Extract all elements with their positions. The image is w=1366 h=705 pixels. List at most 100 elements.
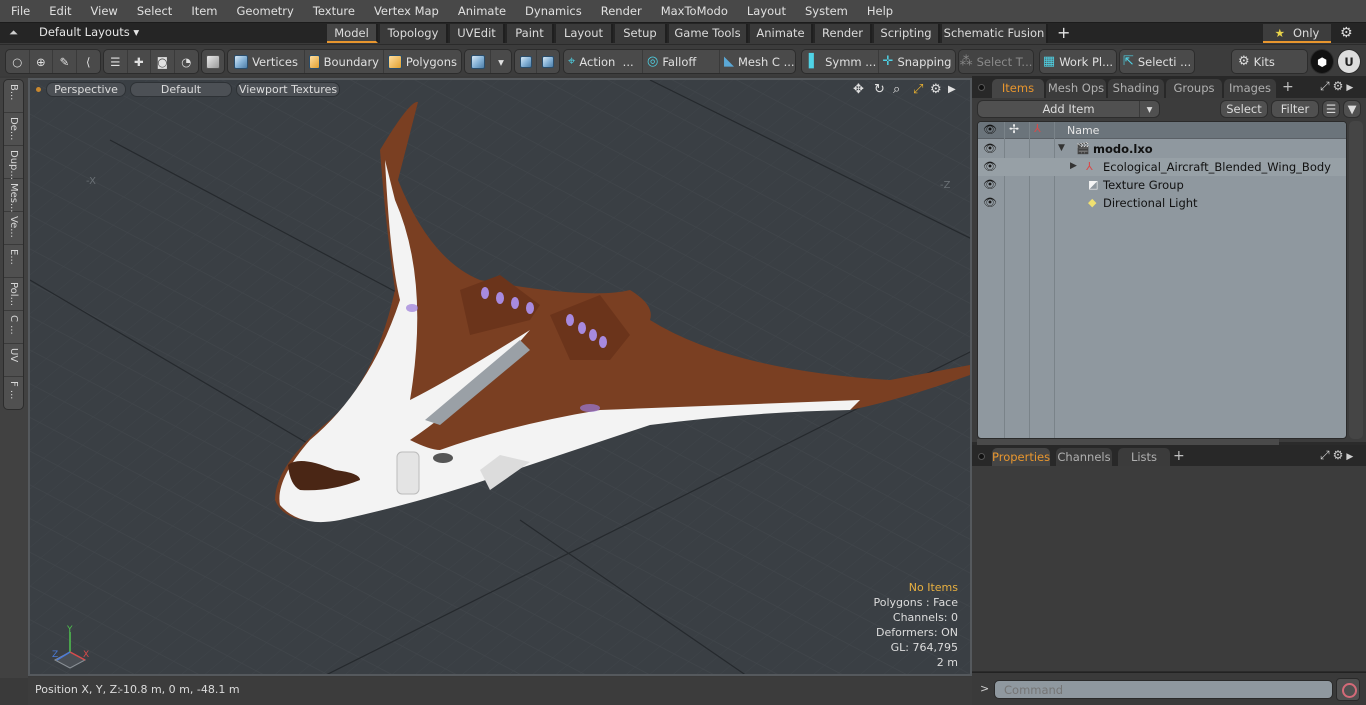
tab-model[interactable]: Model	[327, 24, 378, 43]
expand-down-icon[interactable]: ▼	[1058, 143, 1065, 153]
maximize-icon[interactable]: ⤢	[913, 82, 923, 97]
left-tab-uv[interactable]: UV	[4, 344, 23, 377]
expand-arrow-icon[interactable]: ▶	[948, 84, 956, 95]
viewport-gear-icon[interactable]: ⚙	[930, 82, 942, 97]
item-cube-icon[interactable]	[202, 50, 224, 73]
center-icon[interactable]	[537, 50, 559, 73]
menu-geometry[interactable]: Geometry	[226, 0, 302, 22]
left-tab-vertex[interactable]: Ve...	[4, 212, 23, 245]
mesh-constraint-button[interactable]: ◣ Mesh C ...	[720, 50, 795, 73]
rotate-icon[interactable]: ↻	[874, 82, 885, 97]
tab-paint[interactable]: Paint	[507, 24, 554, 43]
pen-tool-icon[interactable]: ✎	[53, 50, 77, 73]
viewport-textures-button[interactable]: Viewport Textures	[236, 82, 340, 97]
panel-gear-icon[interactable]: ⚙	[1333, 79, 1347, 93]
add-tab-icon[interactable]: +	[1282, 79, 1294, 95]
eye-icon[interactable]: 👁	[983, 196, 997, 209]
menu-system[interactable]: System	[794, 0, 856, 22]
3d-viewport[interactable]: Y X Z -X -Z Perspective Default Viewport…	[28, 78, 972, 676]
list-item-light[interactable]: 👁 ◆ Directional Light	[978, 194, 1346, 212]
falloff-button[interactable]: ◎ Falloff	[643, 50, 720, 73]
menu-item[interactable]: Item	[180, 0, 225, 22]
eye-icon[interactable]: 👁	[983, 160, 997, 173]
tab-animate[interactable]: Animate	[750, 24, 813, 43]
lock-column-icon[interactable]: ✢	[1009, 122, 1019, 136]
name-column-header[interactable]: Name	[1067, 124, 1099, 137]
collapse-up-icon[interactable]: ⏶	[9, 26, 18, 40]
menu-help[interactable]: Help	[856, 0, 901, 22]
tab-mesh-ops[interactable]: Mesh Ops	[1046, 79, 1106, 98]
shading-button[interactable]: Default	[130, 82, 232, 97]
lasso-icon[interactable]: ⟨	[77, 50, 100, 73]
menu-render[interactable]: Render	[590, 0, 650, 22]
list-item-mesh[interactable]: 👁 ▶ ⅄ Ecological_Aircraft_Blended_Wing_B…	[978, 158, 1346, 176]
add-tab-icon[interactable]: +	[1173, 448, 1185, 464]
stack-icon[interactable]: ☰	[104, 50, 128, 73]
panel-indicator-dot[interactable]	[978, 84, 985, 91]
menu-dynamics[interactable]: Dynamics	[514, 0, 590, 22]
eye-icon[interactable]: 👁	[983, 178, 997, 191]
boundary-button[interactable]: Boundary	[305, 50, 384, 73]
unreal-button[interactable]: U	[1337, 49, 1361, 74]
square-ring-icon[interactable]: ◙	[151, 50, 175, 73]
select-button[interactable]: Select	[1220, 100, 1268, 118]
globe-icon[interactable]: ⊕	[30, 50, 54, 73]
left-tab-mesh-edit[interactable]: Mes...	[4, 179, 23, 213]
menu-select[interactable]: Select	[126, 0, 180, 22]
menu-file[interactable]: File	[0, 0, 38, 22]
add-tab-button[interactable]: +	[1057, 23, 1070, 42]
menu-vertex-map[interactable]: Vertex Map	[363, 0, 447, 22]
material-cube-icon[interactable]	[465, 50, 491, 73]
tab-topology[interactable]: Topology	[380, 24, 448, 43]
menu-maxtomodo[interactable]: MaxToModo	[650, 0, 736, 22]
tab-render[interactable]: Render	[815, 24, 872, 43]
selection-sets-button[interactable]: ⇱ Selecti ...	[1120, 50, 1194, 73]
tab-setup[interactable]: Setup	[615, 24, 667, 43]
panel-arrow-icon[interactable]: ▶	[1346, 83, 1356, 93]
tab-shading[interactable]: Shading	[1108, 79, 1164, 98]
left-tab-deform[interactable]: De...	[4, 113, 23, 146]
zoom-icon[interactable]: ⌕	[893, 82, 900, 97]
panel-gear-icon[interactable]: ⚙	[1333, 448, 1347, 462]
tab-layout[interactable]: Layout	[556, 24, 613, 43]
vertical-scrollbar[interactable]	[1349, 121, 1363, 439]
tab-schematic-fusion[interactable]: Schematic Fusion	[942, 24, 1048, 43]
left-tab-duplicate[interactable]: Dup...	[4, 146, 23, 180]
tab-properties[interactable]: Properties	[992, 448, 1050, 467]
unity-button[interactable]: ⬢	[1310, 49, 1334, 74]
work-plane-button[interactable]: ▦ Work Pl...	[1040, 50, 1116, 73]
chevron-down-icon[interactable]: ▾	[1139, 101, 1159, 117]
polygons-button[interactable]: Polygons	[384, 50, 461, 73]
select-through-button[interactable]: ⁂ Select T...	[959, 50, 1033, 73]
symmetry-button[interactable]: ▐ Symm ...	[802, 50, 879, 73]
record-macro-button[interactable]	[1336, 678, 1360, 701]
tab-channels[interactable]: Channels	[1056, 448, 1112, 467]
tab-items[interactable]: Items	[992, 79, 1044, 98]
view-mode-button[interactable]: Perspective	[46, 82, 126, 97]
tab-game-tools[interactable]: Game Tools	[669, 24, 748, 43]
action-button[interactable]: ⌖ Action ...	[564, 50, 643, 73]
vertices-button[interactable]: Vertices	[228, 50, 305, 73]
eye-icon[interactable]: 👁	[983, 142, 997, 155]
filter-button[interactable]: Filter	[1271, 100, 1319, 118]
left-tab-curve[interactable]: C ...	[4, 311, 23, 344]
cross-icon[interactable]: ✚	[128, 50, 152, 73]
pan-icon[interactable]: ✥	[853, 82, 864, 97]
gear-icon[interactable]: ⚙	[1340, 25, 1353, 41]
menu-animate[interactable]: Animate	[447, 0, 514, 22]
expand-right-icon[interactable]: ▶	[1070, 161, 1077, 171]
tab-scripting[interactable]: Scripting	[874, 24, 940, 43]
snapping-button[interactable]: ✛ Snapping	[879, 50, 955, 73]
menu-texture[interactable]: Texture	[302, 0, 363, 22]
maximize-panel-icon[interactable]: ⤢	[1320, 448, 1333, 462]
tab-groups[interactable]: Groups	[1166, 79, 1222, 98]
add-item-button[interactable]: Add Item ▾	[977, 100, 1160, 118]
left-tab-basic[interactable]: B...	[4, 80, 23, 113]
left-tab-edge[interactable]: E...	[4, 245, 23, 278]
command-input[interactable]	[994, 680, 1333, 699]
kits-button[interactable]: ⚙ Kits	[1232, 50, 1307, 73]
menu-edit[interactable]: Edit	[38, 0, 79, 22]
axes-column-icon[interactable]: ⅄	[1034, 122, 1041, 135]
menu-view[interactable]: View	[80, 0, 126, 22]
only-toggle[interactable]: ★ Only	[1263, 24, 1331, 43]
